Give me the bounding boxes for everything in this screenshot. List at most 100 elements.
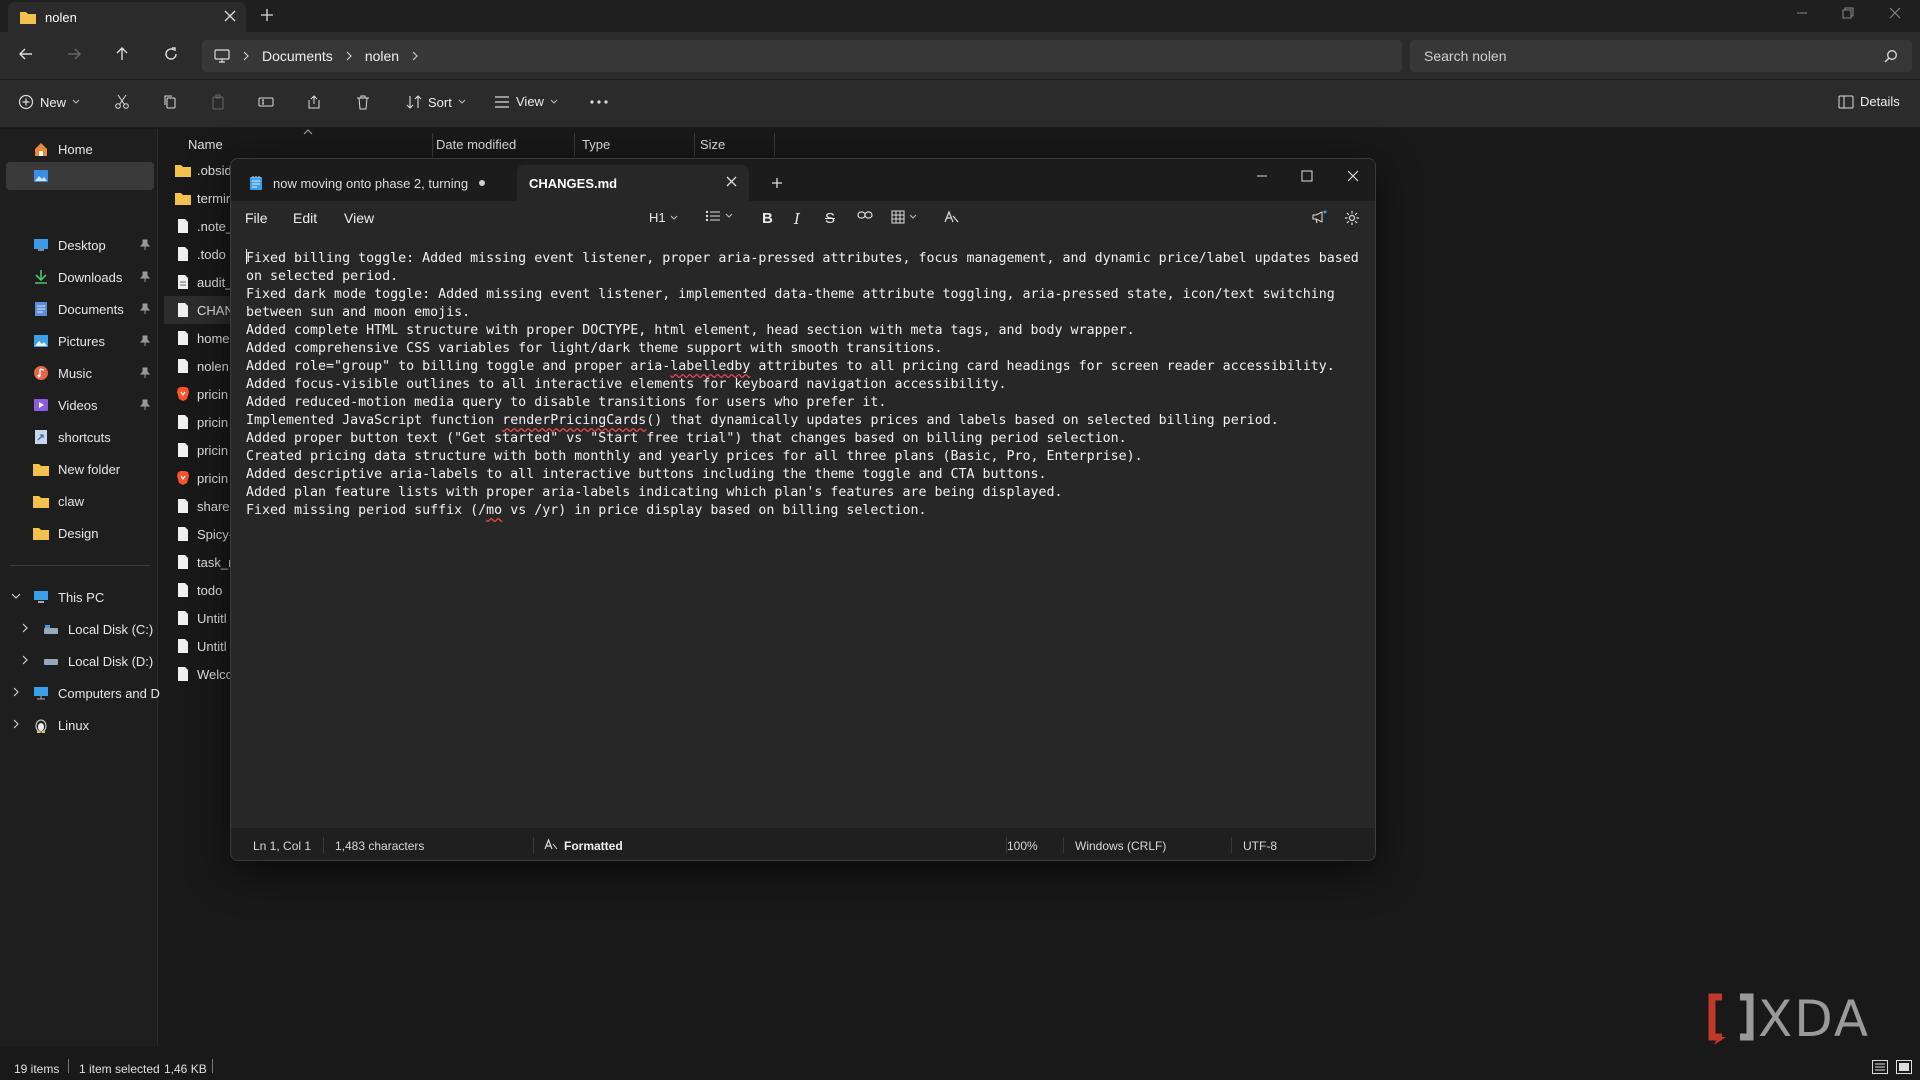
link-icon[interactable] (857, 210, 873, 220)
sidebar-item-pictures[interactable]: Pictures (32, 327, 105, 355)
file-icon (174, 330, 192, 346)
sidebar-item-home[interactable]: Home (32, 135, 93, 163)
sidebar-item-new-folder[interactable]: New folder (32, 455, 120, 483)
menu-view[interactable]: View (344, 210, 374, 226)
spellcheck-flagged-word[interactable]: labelledby (670, 359, 750, 374)
sort-ascending-icon (303, 129, 313, 135)
notepad-tab-active[interactable]: CHANGES.md (517, 165, 749, 201)
details-button[interactable]: Details (1838, 94, 1900, 109)
column-header-type[interactable]: Type (574, 133, 610, 157)
details-view-icon[interactable] (1872, 1060, 1888, 1074)
notepad-text-editor[interactable]: Fixed billing toggle: Added missing even… (231, 235, 1375, 828)
megaphone-icon[interactable] (1311, 210, 1327, 224)
new-tab-icon[interactable] (260, 8, 274, 22)
search-icon[interactable] (1884, 49, 1898, 63)
table-dropdown[interactable] (891, 210, 917, 224)
pin-icon[interactable] (140, 335, 150, 347)
refresh-icon[interactable] (163, 46, 179, 62)
heading-dropdown[interactable]: H1 (649, 210, 678, 225)
back-arrow-icon[interactable] (18, 46, 34, 62)
zoom-level[interactable]: 100% (1007, 839, 1038, 853)
list-dropdown[interactable] (705, 210, 733, 222)
column-divider[interactable] (774, 133, 775, 157)
italic-icon[interactable]: I (794, 210, 800, 228)
new-tab-icon[interactable] (771, 177, 783, 189)
sidebar-item-gallery[interactable] (6, 162, 154, 190)
sidebar-item-shortcuts[interactable]: shortcuts (32, 423, 111, 451)
file-name: audit_ (197, 274, 233, 290)
pin-icon[interactable] (140, 399, 150, 411)
chevron-right-icon[interactable] (242, 51, 250, 61)
column-header-size[interactable]: Size (692, 133, 725, 157)
view-button[interactable]: View (494, 94, 558, 109)
minimize-icon[interactable] (1795, 6, 1809, 20)
sidebar-item-this-pc[interactable]: This PC (32, 583, 104, 611)
sidebar-item-design[interactable]: Design (32, 519, 98, 547)
breadcrumb-nolen[interactable]: nolen (365, 48, 399, 64)
sidebar-item-computers-and-devices[interactable]: Computers and De (32, 679, 167, 707)
encoding[interactable]: UTF-8 (1243, 839, 1277, 853)
line-ending[interactable]: Windows (CRLF) (1075, 839, 1166, 853)
column-header-name[interactable]: Name (180, 133, 223, 157)
copy-icon[interactable] (162, 94, 178, 110)
formatting-mode[interactable]: Formatted (564, 839, 623, 853)
sidebar-item-desktop[interactable]: Desktop (32, 231, 106, 259)
delete-icon[interactable] (355, 94, 371, 110)
sidebar-item-videos[interactable]: Videos (32, 391, 98, 419)
new-button[interactable]: New (18, 94, 80, 110)
chevron-right-icon[interactable] (411, 51, 419, 61)
pin-icon[interactable] (140, 239, 150, 251)
sidebar-item-downloads[interactable]: Downloads (32, 263, 122, 291)
sidebar-item-music[interactable]: Music (32, 359, 92, 387)
chevron-right-icon[interactable] (21, 655, 29, 665)
sidebar-item-linux[interactable]: Linux (32, 711, 89, 739)
settings-gear-icon[interactable] (1344, 210, 1360, 226)
breadcrumb-documents[interactable]: Documents (262, 48, 333, 64)
cut-icon[interactable] (114, 94, 130, 110)
restore-icon[interactable] (1841, 6, 1855, 20)
more-options-icon[interactable] (590, 100, 608, 104)
chevron-right-icon[interactable] (21, 623, 29, 633)
spellcheck-flagged-word[interactable]: renderPricingCards (502, 413, 646, 428)
gallery-icon (32, 168, 50, 184)
minimize-icon[interactable] (1255, 169, 1269, 183)
close-tab-icon[interactable] (726, 176, 737, 187)
bold-icon[interactable]: B (762, 210, 773, 227)
chevron-down-icon (670, 215, 678, 221)
pin-icon[interactable] (140, 303, 150, 315)
sidebar-item-documents[interactable]: Documents (32, 295, 124, 323)
rename-icon[interactable] (258, 94, 274, 110)
close-window-icon[interactable] (1346, 169, 1360, 183)
chevron-right-icon[interactable] (12, 687, 20, 697)
search-box[interactable]: Search nolen (1410, 40, 1912, 72)
pin-icon[interactable] (140, 367, 150, 379)
sidebar-item-claw[interactable]: claw (32, 487, 84, 515)
strikethrough-icon[interactable]: S (825, 210, 835, 227)
chevron-right-icon[interactable] (345, 51, 353, 61)
up-arrow-icon[interactable] (114, 46, 130, 62)
chevron-right-icon[interactable] (12, 719, 20, 729)
share-icon[interactable] (306, 94, 322, 110)
menu-edit[interactable]: Edit (293, 210, 317, 226)
sidebar-label: Design (58, 525, 99, 541)
paste-icon[interactable] (210, 94, 226, 110)
column-header-date-modified[interactable]: Date modified (428, 133, 516, 157)
menu-file[interactable]: File (245, 210, 268, 226)
tiles-view-icon[interactable] (1896, 1060, 1912, 1074)
pin-icon[interactable] (140, 271, 150, 283)
text-line: Created pricing data structure with both… (246, 449, 1143, 464)
sidebar-item-local-disk-d[interactable]: Local Disk (D:) (42, 647, 153, 675)
maximize-icon[interactable] (1300, 169, 1314, 183)
close-window-icon[interactable] (1888, 6, 1902, 20)
spellcheck-flagged-word[interactable]: mo (486, 503, 502, 518)
forward-arrow-icon[interactable] (66, 46, 82, 62)
sidebar-item-local-disk-c[interactable]: Local Disk (C:) (42, 615, 153, 643)
explorer-tab[interactable]: nolen (8, 2, 246, 32)
chevron-down-icon[interactable] (11, 592, 21, 600)
address-bar[interactable]: Documents nolen (202, 40, 1402, 72)
close-tab-icon[interactable] (224, 10, 236, 22)
status-divider (212, 1059, 213, 1073)
sort-button[interactable]: Sort (406, 94, 466, 110)
cursor-position[interactable]: Ln 1, Col 1 (253, 839, 311, 853)
clear-formatting-icon[interactable] (943, 210, 959, 224)
